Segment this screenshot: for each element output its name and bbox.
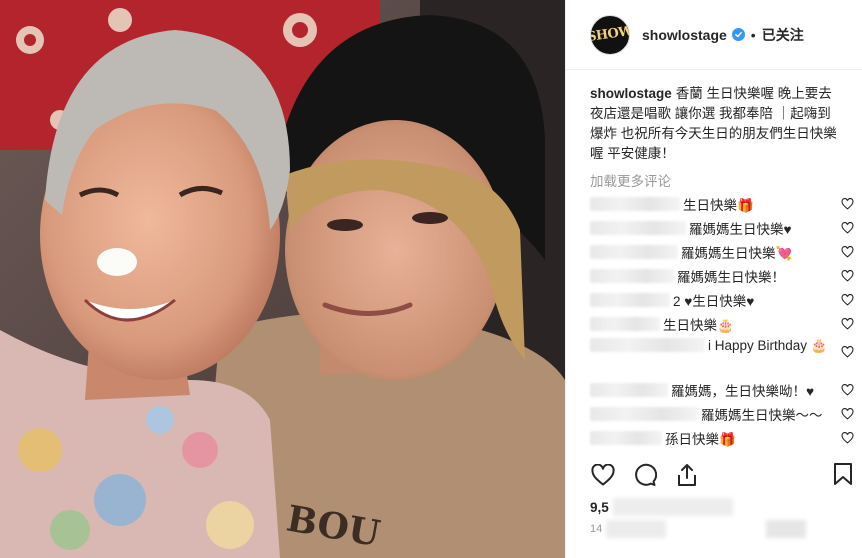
like-count-text: 9,5 [590,499,609,515]
avatar[interactable]: SHOW [590,14,630,55]
blurred-username [590,317,660,331]
post-photo[interactable]: BOU [0,0,565,558]
post-sidebar: SHOW showlostage • 已关注 showlostage 香蘭 生日快… [565,0,862,558]
blurred-footer-region [766,520,806,538]
comment-item: 生日快樂🎁 [590,192,854,216]
comment-like-heart-icon[interactable] [841,198,854,210]
blurred-username [590,245,678,259]
following-button[interactable]: 已关注 [762,25,804,45]
post-header: SHOW showlostage • 已关注 [566,0,862,70]
bookmark-icon[interactable] [832,462,858,488]
photo-illustration: BOU [0,0,565,558]
comment-text: 羅媽媽，生日快樂呦！♥ [671,384,815,399]
blurred-username [590,407,698,421]
comment-like-heart-icon[interactable] [841,318,854,330]
comment-text: i Happy Birthday 🎂 [708,338,828,353]
comment-item: 2 ♥生日快樂♥ [590,288,854,312]
comment-item: 羅媽媽生日快樂～～ [590,402,854,426]
load-more-comments-link[interactable]: 加载更多评论 [566,164,862,192]
timestamp-text: 14 [590,523,603,535]
comment-text: 2 ♥生日快樂♥ [673,294,755,309]
comment-like-heart-icon[interactable] [841,346,854,358]
post-caption: showlostage 香蘭 生日快樂喔 晚上要去夜店還是唱歌 讓你選 我都奉陪 … [566,70,862,164]
verified-badge-icon [731,28,745,41]
comment-item: i Happy Birthday 🎂 [590,336,854,378]
comment-like-heart-icon[interactable] [841,432,854,444]
comment-list: 生日快樂🎁 羅媽媽生日快樂♥ 羅媽媽生日快樂💘 羅媽媽生日快樂！ 2 ♥生日快樂… [566,192,862,450]
caption-username[interactable]: showlostage [590,86,672,101]
comment-like-heart-icon[interactable] [841,270,854,282]
comment-item: 羅媽媽生日快樂！ [590,264,854,288]
separator-dot: • [750,26,756,43]
comment-like-heart-icon[interactable] [841,294,854,306]
comment-item: 羅媽媽，生日快樂呦！♥ [590,378,854,402]
comment-like-heart-icon[interactable] [841,384,854,396]
username-link[interactable]: showlostage [642,27,727,43]
comment-item: 羅媽媽生日快樂♥ [590,216,854,240]
comment-text: 羅媽媽生日快樂♥ [689,222,792,237]
comment-item: 生日快樂🎂 [590,312,854,336]
comment-bubble-icon[interactable] [632,462,658,488]
blurred-username [590,269,674,283]
avatar-logo-text: SHOW [590,23,630,46]
blurred-timestamp [606,520,667,538]
comment-like-heart-icon[interactable] [841,222,854,234]
comment-like-heart-icon[interactable] [841,246,854,258]
comment-text: 孫日快樂🎁 [665,432,736,447]
comment-item: 孫日快樂🎁 [590,426,854,450]
blurred-username [590,293,670,307]
comment-text: 羅媽媽生日快樂💘 [681,246,793,261]
post-action-bar [590,462,700,488]
blurred-username [590,431,662,445]
blurred-like-count [612,498,733,516]
blurred-username [590,338,705,352]
blurred-username [590,221,686,235]
comment-text: 羅媽媽生日快樂～～ [701,408,823,423]
like-count[interactable]: 9,5 [590,498,733,516]
blurred-username [590,383,668,397]
post-timestamp: 14 [590,520,667,538]
comment-like-heart-icon[interactable] [841,408,854,420]
comment-text: 生日快樂🎁 [683,198,754,213]
heart-icon[interactable] [590,462,616,488]
blurred-username [590,197,680,211]
comment-text: 生日快樂🎂 [663,318,734,333]
share-icon[interactable] [674,462,700,488]
comment-item: 羅媽媽生日快樂💘 [590,240,854,264]
comment-text: 羅媽媽生日快樂！ [677,270,785,285]
